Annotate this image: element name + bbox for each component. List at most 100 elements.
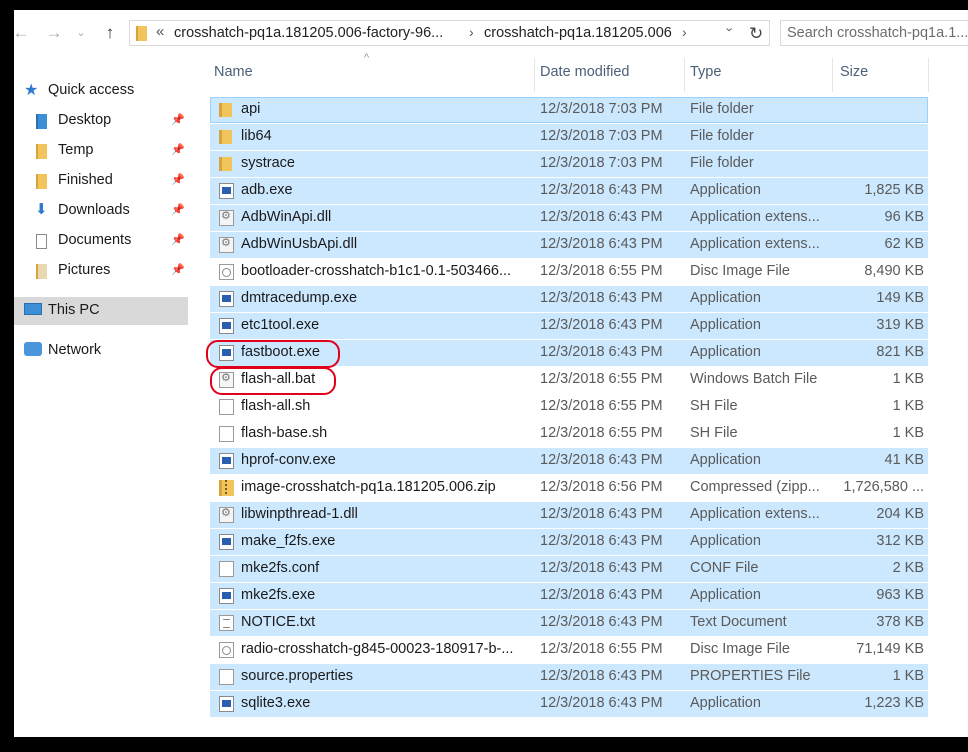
file-row[interactable]: radio-crosshatch-g845-00023-180917-b-...… <box>210 637 928 663</box>
file-row[interactable]: libwinpthread-1.dll 12/3/2018 6:43 PM Appl… <box>210 502 928 528</box>
folder-icon <box>36 144 47 159</box>
file-date: 12/3/2018 6:43 PM <box>540 695 663 711</box>
documents-icon <box>36 234 47 249</box>
nav-label: Temp <box>58 142 94 158</box>
file-list: ^ Name Date modified Type Size api 12/3/2… <box>210 52 968 737</box>
file-date: 12/3/2018 7:03 PM <box>540 155 663 171</box>
file-row[interactable]: mke2fs.exe 12/3/2018 6:43 PM Application 96… <box>210 583 928 609</box>
file-type: Disc Image File <box>690 641 790 657</box>
refresh-icon: ↻ <box>749 24 764 43</box>
column-header-date[interactable]: Date modified <box>540 64 629 80</box>
file-date: 12/3/2018 7:03 PM <box>540 128 663 144</box>
file-size: 1 KB <box>892 371 924 387</box>
file-type: Application <box>690 695 761 711</box>
folder-icon <box>36 174 47 189</box>
file-size: 204 KB <box>876 506 924 522</box>
file-name: systrace <box>241 155 295 171</box>
back-button[interactable]: ← <box>14 22 32 44</box>
file-size: 41 KB <box>884 452 925 468</box>
forward-button[interactable]: → <box>43 22 65 44</box>
file-date: 12/3/2018 6:43 PM <box>540 587 663 603</box>
file-size: 378 KB <box>876 614 924 630</box>
file-icon <box>219 399 234 415</box>
dll-file-icon <box>219 506 234 523</box>
file-row[interactable]: AdbWinApi.dll 12/3/2018 6:43 PM Applicatio… <box>210 205 928 231</box>
nav-label: Quick access <box>48 82 135 98</box>
file-icon <box>219 669 234 685</box>
file-icon <box>219 426 234 442</box>
column-header-row: ^ Name Date modified Type Size <box>210 52 968 92</box>
up-button[interactable]: ↑ <box>99 22 121 44</box>
column-header-type[interactable]: Type <box>690 64 721 80</box>
file-size: 1,223 KB <box>864 695 924 711</box>
folder-icon <box>219 130 232 144</box>
nav-temp[interactable]: Temp 📌 <box>14 137 188 165</box>
file-size: 312 KB <box>876 533 924 549</box>
file-row[interactable]: api 12/3/2018 7:03 PM File folder <box>210 97 928 123</box>
breadcrumb-separator[interactable]: › <box>469 24 474 40</box>
address-dropdown[interactable]: › <box>723 27 738 31</box>
column-header-size[interactable]: Size <box>840 64 868 80</box>
file-row[interactable]: source.properties 12/3/2018 6:43 PM PROPER… <box>210 664 928 690</box>
breadcrumb-factory-folder[interactable]: crosshatch-pq1a.181205.006-factory-96... <box>174 25 443 41</box>
nav-quick-access[interactable]: ★ Quick access <box>14 77 188 105</box>
file-size: 1,825 KB <box>864 182 924 198</box>
nav-documents[interactable]: Documents 📌 <box>14 227 188 255</box>
file-name: dmtracedump.exe <box>241 290 358 306</box>
address-bar[interactable]: « crosshatch-pq1a.181205.006-factory-96.… <box>129 20 770 46</box>
breadcrumb-separator[interactable]: › <box>682 24 687 40</box>
pin-icon[interactable]: 📌 <box>171 113 185 126</box>
file-row[interactable]: etc1tool.exe 12/3/2018 6:43 PM Application… <box>210 313 928 339</box>
file-name: mke2fs.exe <box>241 587 316 603</box>
file-type: Application <box>690 182 761 198</box>
file-row[interactable]: image-crosshatch-pq1a.181205.006.zip 12/3… <box>210 475 928 501</box>
file-row[interactable]: adb.exe 12/3/2018 6:43 PM Application 1,825… <box>210 178 928 204</box>
file-row[interactable]: dmtracedump.exe 12/3/2018 6:43 PM Applicat… <box>210 286 928 312</box>
pin-icon[interactable]: 📌 <box>171 233 185 246</box>
file-row[interactable]: sqlite3.exe 12/3/2018 6:43 PM Application 1… <box>210 691 928 717</box>
file-date: 12/3/2018 6:56 PM <box>540 479 663 495</box>
file-type: File folder <box>690 101 754 117</box>
nav-this-pc[interactable]: This PC <box>14 297 188 325</box>
file-name: flash-base.sh <box>241 425 328 441</box>
file-date: 12/3/2018 6:43 PM <box>540 452 663 468</box>
pin-icon[interactable]: 📌 <box>171 263 185 276</box>
search-input[interactable] <box>787 22 967 44</box>
file-row[interactable]: flash-all.sh 12/3/2018 6:55 PM SH File 1 KB <box>210 394 928 420</box>
breadcrumb-current-folder[interactable]: crosshatch-pq1a.181205.006 <box>484 25 672 41</box>
file-date: 12/3/2018 6:55 PM <box>540 263 663 279</box>
file-row[interactable]: systrace 12/3/2018 7:03 PM File folder <box>210 151 928 177</box>
nav-label: Documents <box>58 232 132 248</box>
file-date: 12/3/2018 6:43 PM <box>540 506 663 522</box>
nav-network[interactable]: Network <box>14 337 188 365</box>
nav-finished[interactable]: Finished 📌 <box>14 167 188 195</box>
file-row[interactable]: bootloader-crosshatch-b1c1-0.1-503466...… <box>210 259 928 285</box>
address-bar-row: ← → ⌄ ↑ « crosshatch-pq1a.181205.006-fac… <box>14 10 968 56</box>
file-row[interactable]: mke2fs.conf 12/3/2018 6:43 PM CONF File 2 K… <box>210 556 928 582</box>
refresh-button[interactable]: ↻ <box>749 24 763 44</box>
sort-caret-icon: ^ <box>364 52 370 64</box>
application-icon <box>219 588 234 604</box>
disc-image-icon <box>219 264 234 280</box>
nav-label: This PC <box>48 302 100 318</box>
file-type: Compressed (zipp... <box>690 479 820 495</box>
file-date: 12/3/2018 6:55 PM <box>540 641 663 657</box>
file-row[interactable]: NOTICE.txt 12/3/2018 6:43 PM Text Document… <box>210 610 928 636</box>
file-row[interactable]: AdbWinUsbApi.dll 12/3/2018 6:43 PM Applica… <box>210 232 928 258</box>
search-box[interactable] <box>780 20 968 46</box>
nav-desktop[interactable]: Desktop 📌 <box>14 107 188 135</box>
column-header-name[interactable]: Name <box>214 64 253 80</box>
pin-icon[interactable]: 📌 <box>171 203 185 216</box>
pin-icon[interactable]: 📌 <box>171 143 185 156</box>
file-row[interactable]: flash-base.sh 12/3/2018 6:55 PM SH File 1 K… <box>210 421 928 447</box>
file-row[interactable]: hprof-conv.exe 12/3/2018 6:43 PM Applicati… <box>210 448 928 474</box>
breadcrumb-overflow[interactable]: « <box>156 23 164 40</box>
file-row[interactable]: make_f2fs.exe 12/3/2018 6:43 PM Applicatio… <box>210 529 928 555</box>
file-type: Application <box>690 290 761 306</box>
pin-icon[interactable]: 📌 <box>171 173 185 186</box>
nav-downloads[interactable]: ⬇ Downloads 📌 <box>14 197 188 225</box>
nav-pictures[interactable]: Pictures 📌 <box>14 257 188 285</box>
file-name: flash-all.sh <box>241 398 311 414</box>
file-row[interactable]: lib64 12/3/2018 7:03 PM File folder <box>210 124 928 150</box>
recent-locations-button[interactable]: ⌄ <box>70 22 92 44</box>
